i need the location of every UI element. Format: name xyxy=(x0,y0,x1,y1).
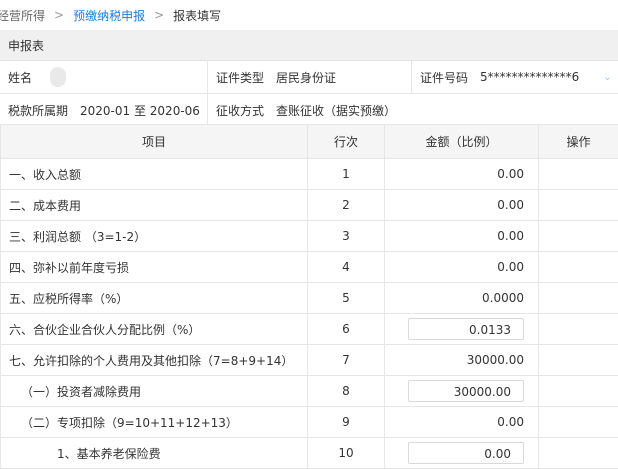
row-item-label: 二、成本费用 xyxy=(1,190,308,221)
table-header-row: 项目 行次 金额（比例） 操作 xyxy=(1,125,618,159)
id-type-field: 证件类型 居民身份证 xyxy=(216,61,336,93)
breadcrumb-item-form-fill: 报表填写 xyxy=(173,7,221,24)
row-amount-value: 30000.00 xyxy=(385,345,539,376)
row-amount-value: 0.00 xyxy=(385,407,539,438)
breadcrumb-item-business-income[interactable]: 经营所得 xyxy=(0,7,45,24)
table-row: 六、合伙企业合伙人分配比例（%） 6 0.0133 xyxy=(1,314,618,345)
row-item-label: 三、利润总额 （3=1-2） xyxy=(1,221,308,252)
breadcrumb-separator: > xyxy=(54,8,64,22)
row-item-label: 六、合伙企业合伙人分配比例（%） xyxy=(1,314,308,345)
row-item-label: 五、应税所得率（%） xyxy=(1,283,308,314)
row-action-cell xyxy=(539,376,618,407)
row-amount-cell: 0.0133 xyxy=(385,314,539,345)
row-amount-value: 0.00 xyxy=(385,190,539,221)
tax-period-value: 2020-01 至 2020-06 xyxy=(80,102,200,119)
row-action-cell xyxy=(539,159,618,190)
row-item-label: 1、基本养老保险费 xyxy=(1,438,308,469)
row-action-cell xyxy=(539,438,618,469)
row-line-number: 9 xyxy=(308,407,385,438)
breadcrumb-separator: > xyxy=(154,8,164,22)
id-number-value: 5**************6 xyxy=(480,70,579,84)
table-row: 七、允许扣除的个人费用及其他扣除（7=8+9+14） 7 30000.00 xyxy=(1,345,618,376)
row-line-number: 7 xyxy=(308,345,385,376)
chevron-down-icon[interactable]: ⌄ xyxy=(603,72,611,83)
table-row: 二、成本费用 2 0.00 xyxy=(1,190,618,221)
row-line-number: 5 xyxy=(308,283,385,314)
name-field: 姓名 xyxy=(8,61,66,93)
row-amount-value: 0.00 xyxy=(385,252,539,283)
row-action-cell xyxy=(539,190,618,221)
breadcrumb-item-prepay-declaration[interactable]: 预缴纳税申报 xyxy=(73,7,145,24)
name-label: 姓名 xyxy=(8,69,32,86)
table-row: 一、收入总额 1 0.00 xyxy=(1,159,618,190)
sheet-header: 申报表 xyxy=(0,30,618,61)
row-action-cell xyxy=(539,221,618,252)
column-header-amount: 金额（比例） xyxy=(385,125,539,159)
row-line-number: 2 xyxy=(308,190,385,221)
tax-period-field: 税款所属期 2020-01 至 2020-06 xyxy=(8,94,200,126)
row-item-label: （一）投资者减除费用 xyxy=(1,376,308,407)
collection-method-field: 征收方式 查账征收（据实预缴） xyxy=(216,94,396,126)
taxpayer-info-row: 姓名 证件类型 居民身份证 证件号码 5**************6 ⌄ xyxy=(0,61,618,94)
collection-method-value: 查账征收（据实预缴） xyxy=(276,102,396,119)
row-item-label: （二）专项扣除（9=10+11+12+13） xyxy=(1,407,308,438)
column-header-item: 项目 xyxy=(1,125,308,159)
sheet-title: 申报表 xyxy=(8,37,44,54)
row-action-cell xyxy=(539,345,618,376)
id-number-field[interactable]: 证件号码 5**************6 ⌄ xyxy=(420,61,612,93)
period-info-row: 税款所属期 2020-01 至 2020-06 征收方式 查账征收（据实预缴） xyxy=(0,94,618,127)
table-row: 三、利润总额 （3=1-2） 3 0.00 xyxy=(1,221,618,252)
row-amount-cell: 0.00 xyxy=(385,438,539,469)
partner-ratio-input[interactable]: 0.0133 xyxy=(408,318,524,340)
table-row: （二）专项扣除（9=10+11+12+13） 9 0.00 xyxy=(1,407,618,438)
pension-insurance-input[interactable]: 0.00 xyxy=(408,442,524,464)
row-action-cell xyxy=(539,314,618,345)
row-item-label: 四、弥补以前年度亏损 xyxy=(1,252,308,283)
row-item-label: 一、收入总额 xyxy=(1,159,308,190)
row-amount-value: 0.0000 xyxy=(385,283,539,314)
investor-deduction-input[interactable]: 30000.00 xyxy=(408,380,524,402)
row-line-number: 8 xyxy=(308,376,385,407)
id-number-label: 证件号码 xyxy=(420,69,468,86)
table-row: 五、应税所得率（%） 5 0.0000 xyxy=(1,283,618,314)
row-action-cell xyxy=(539,407,618,438)
row-amount-value: 0.00 xyxy=(385,159,539,190)
row-line-number: 6 xyxy=(308,314,385,345)
collection-method-label: 征收方式 xyxy=(216,102,264,119)
row-line-number: 1 xyxy=(308,159,385,190)
row-amount-cell: 30000.00 xyxy=(385,376,539,407)
name-value-redacted xyxy=(50,67,66,87)
table-row: 1、基本养老保险费 10 0.00 xyxy=(1,438,618,469)
row-line-number: 10 xyxy=(308,438,385,469)
divider xyxy=(207,94,208,126)
breadcrumb: 经营所得 > 预缴纳税申报 > 报表填写 xyxy=(0,0,618,30)
row-line-number: 4 xyxy=(308,252,385,283)
id-type-label: 证件类型 xyxy=(216,69,264,86)
row-line-number: 3 xyxy=(308,221,385,252)
divider xyxy=(411,61,412,93)
row-action-cell xyxy=(539,283,618,314)
table-row: 四、弥补以前年度亏损 4 0.00 xyxy=(1,252,618,283)
column-header-action: 操作 xyxy=(539,125,618,159)
declaration-table: 项目 行次 金额（比例） 操作 一、收入总额 1 0.00 二、成本费用 2 0… xyxy=(0,124,618,469)
row-item-label: 七、允许扣除的个人费用及其他扣除（7=8+9+14） xyxy=(1,345,308,376)
divider xyxy=(207,61,208,93)
row-action-cell xyxy=(539,252,618,283)
table-row: （一）投资者减除费用 8 30000.00 xyxy=(1,376,618,407)
tax-period-label: 税款所属期 xyxy=(8,102,68,119)
row-amount-value: 0.00 xyxy=(385,221,539,252)
id-type-value: 居民身份证 xyxy=(276,69,336,86)
column-header-line: 行次 xyxy=(308,125,385,159)
